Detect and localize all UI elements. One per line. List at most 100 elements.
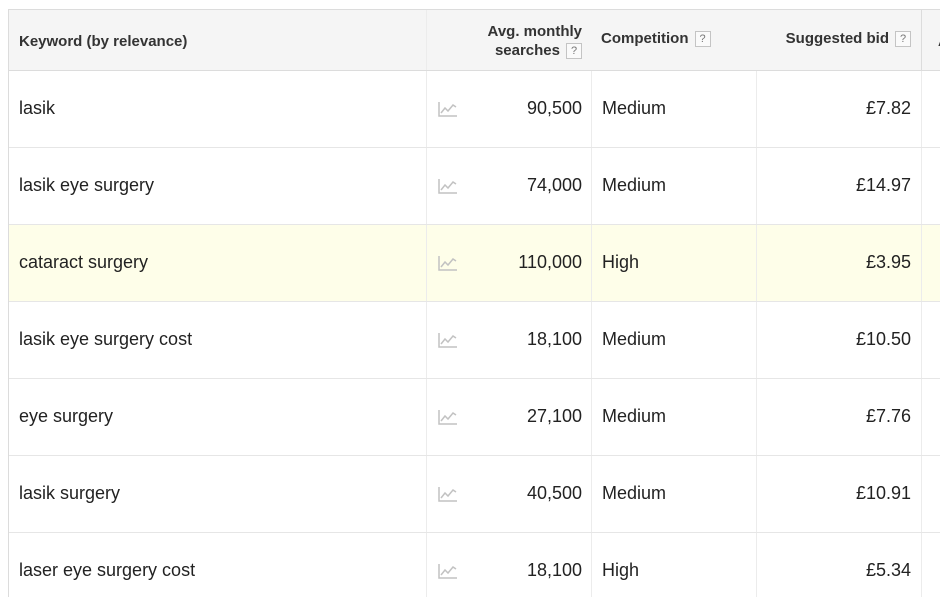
next-column-cell <box>921 456 940 532</box>
avg-searches-cell: 18,100 <box>474 302 591 378</box>
keyword-text[interactable]: cataract surgery <box>19 252 148 273</box>
keyword-text[interactable]: lasik eye surgery cost <box>19 329 192 350</box>
keyword-text[interactable]: lasik <box>19 98 55 119</box>
suggested-bid-cell: £10.50 <box>756 302 921 378</box>
trend-cell[interactable] <box>426 533 474 597</box>
suggested-bid-value: £10.50 <box>855 329 911 349</box>
keyword-ideas-table-view: Keyword (by relevance) Avg. monthly sear… <box>0 0 940 597</box>
suggested-bid-column-header[interactable]: Suggested bid ? <box>756 10 921 70</box>
avg-searches-value: 18,100 <box>526 560 582 580</box>
next-column-cell <box>921 379 940 455</box>
avg-searches-cell: 18,100 <box>474 533 591 597</box>
trend-cell[interactable] <box>426 148 474 224</box>
suggested-bid-cell: £10.91 <box>756 456 921 532</box>
keyword-cell[interactable]: eye surgery <box>9 379 426 455</box>
competition-help-icon[interactable]: ? <box>694 30 711 47</box>
table-row[interactable]: lasik 90,500 Medium £7.82 <box>9 71 940 148</box>
keyword-cell[interactable]: lasik eye surgery <box>9 148 426 224</box>
table-row[interactable]: lasik eye surgery 74,000 Medium £14.97 <box>9 148 940 225</box>
keyword-header-label[interactable]: Keyword (by relevance) <box>19 33 187 50</box>
competition-value: Medium <box>602 98 667 118</box>
trend-chart-icon[interactable] <box>438 563 458 579</box>
next-column-cell <box>921 302 940 378</box>
competition-value: Medium <box>602 406 667 426</box>
keyword-cell[interactable]: laser eye surgery cost <box>9 533 426 597</box>
competition-cell: Medium <box>591 302 756 378</box>
avg-searches-value: 110,000 <box>518 252 582 272</box>
table-row[interactable]: laser eye surgery cost 18,100 High £5.34 <box>9 533 940 597</box>
trend-chart-icon[interactable] <box>438 178 458 194</box>
suggested-bid-value: £10.91 <box>855 483 911 503</box>
trend-chart-icon[interactable] <box>438 409 458 425</box>
avg-searches-cell: 74,000 <box>474 148 591 224</box>
competition-cell: Medium <box>591 71 756 147</box>
avg-searches-cell: 110,000 <box>474 225 591 301</box>
suggested-bid-value: £7.82 <box>865 98 911 118</box>
suggested-bid-cell: £7.82 <box>756 71 921 147</box>
avg-searches-cell: 40,500 <box>474 456 591 532</box>
avg-searches-value: 18,100 <box>526 329 582 349</box>
keyword-column-header[interactable]: Keyword (by relevance) <box>9 10 426 70</box>
next-column-header[interactable]: A <box>921 10 940 70</box>
next-column-cell <box>921 148 940 224</box>
trend-chart-icon[interactable] <box>438 255 458 271</box>
competition-value: Medium <box>602 175 667 195</box>
trend-cell[interactable] <box>426 225 474 301</box>
avg-searches-column-header[interactable]: Avg. monthly searches ? <box>474 10 591 70</box>
trend-cell[interactable] <box>426 302 474 378</box>
suggested-bid-value: £14.97 <box>855 175 911 195</box>
keyword-text[interactable]: lasik surgery <box>19 483 120 504</box>
table-row[interactable]: eye surgery 27,100 Medium £7.76 <box>9 379 940 456</box>
avg-searches-cell: 27,100 <box>474 379 591 455</box>
competition-cell: Medium <box>591 379 756 455</box>
next-column-cell <box>921 533 940 597</box>
trend-chart-icon[interactable] <box>438 332 458 348</box>
table-row[interactable]: lasik eye surgery cost 18,100 Medium £10… <box>9 302 940 379</box>
suggested-bid-cell: £5.34 <box>756 533 921 597</box>
table-body: lasik 90,500 Medium £7.82 lasik eye surg… <box>9 71 940 597</box>
competition-value: Medium <box>602 483 667 503</box>
trend-chart-icon[interactable] <box>438 101 458 117</box>
avg-searches-help-icon[interactable]: ? <box>566 42 582 59</box>
suggested-bid-header-label[interactable]: Suggested bid <box>786 30 889 47</box>
table-row[interactable]: cataract surgery 110,000 High £3.95 <box>9 225 940 302</box>
keyword-table: Keyword (by relevance) Avg. monthly sear… <box>8 9 940 597</box>
keyword-cell[interactable]: lasik surgery <box>9 456 426 532</box>
keyword-cell[interactable]: cataract surgery <box>9 225 426 301</box>
competition-cell: Medium <box>591 148 756 224</box>
suggested-bid-cell: £7.76 <box>756 379 921 455</box>
competition-value: High <box>602 560 640 580</box>
keyword-cell[interactable]: lasik <box>9 71 426 147</box>
trend-cell[interactable] <box>426 379 474 455</box>
competition-header-label[interactable]: Competition <box>601 30 689 47</box>
suggested-bid-value: £7.76 <box>865 406 911 426</box>
suggested-bid-value: £3.95 <box>865 252 911 272</box>
competition-cell: High <box>591 225 756 301</box>
keyword-text[interactable]: lasik eye surgery <box>19 175 154 196</box>
trend-chart-icon[interactable] <box>438 486 458 502</box>
trend-column-header <box>426 10 474 70</box>
avg-searches-header-line1[interactable]: Avg. monthly <box>488 22 582 41</box>
keyword-text[interactable]: laser eye surgery cost <box>19 560 195 581</box>
suggested-bid-cell: £3.95 <box>756 225 921 301</box>
avg-searches-cell: 90,500 <box>474 71 591 147</box>
keyword-text[interactable]: eye surgery <box>19 406 113 427</box>
competition-cell: Medium <box>591 456 756 532</box>
competition-value: High <box>602 252 640 272</box>
suggested-bid-cell: £14.97 <box>756 148 921 224</box>
avg-searches-header-line2[interactable]: searches <box>495 41 560 60</box>
avg-searches-value: 90,500 <box>526 98 582 118</box>
suggested-bid-help-icon[interactable]: ? <box>895 30 911 47</box>
table-row[interactable]: lasik surgery 40,500 Medium £10.91 <box>9 456 940 533</box>
avg-searches-value: 27,100 <box>526 406 582 426</box>
competition-column-header[interactable]: Competition ? <box>591 10 756 70</box>
avg-searches-value: 74,000 <box>526 175 582 195</box>
next-column-cell <box>921 225 940 301</box>
trend-cell[interactable] <box>426 456 474 532</box>
suggested-bid-value: £5.34 <box>865 560 911 580</box>
table-header: Keyword (by relevance) Avg. monthly sear… <box>9 10 940 71</box>
next-column-cell <box>921 71 940 147</box>
trend-cell[interactable] <box>426 71 474 147</box>
keyword-cell[interactable]: lasik eye surgery cost <box>9 302 426 378</box>
competition-value: Medium <box>602 329 667 349</box>
